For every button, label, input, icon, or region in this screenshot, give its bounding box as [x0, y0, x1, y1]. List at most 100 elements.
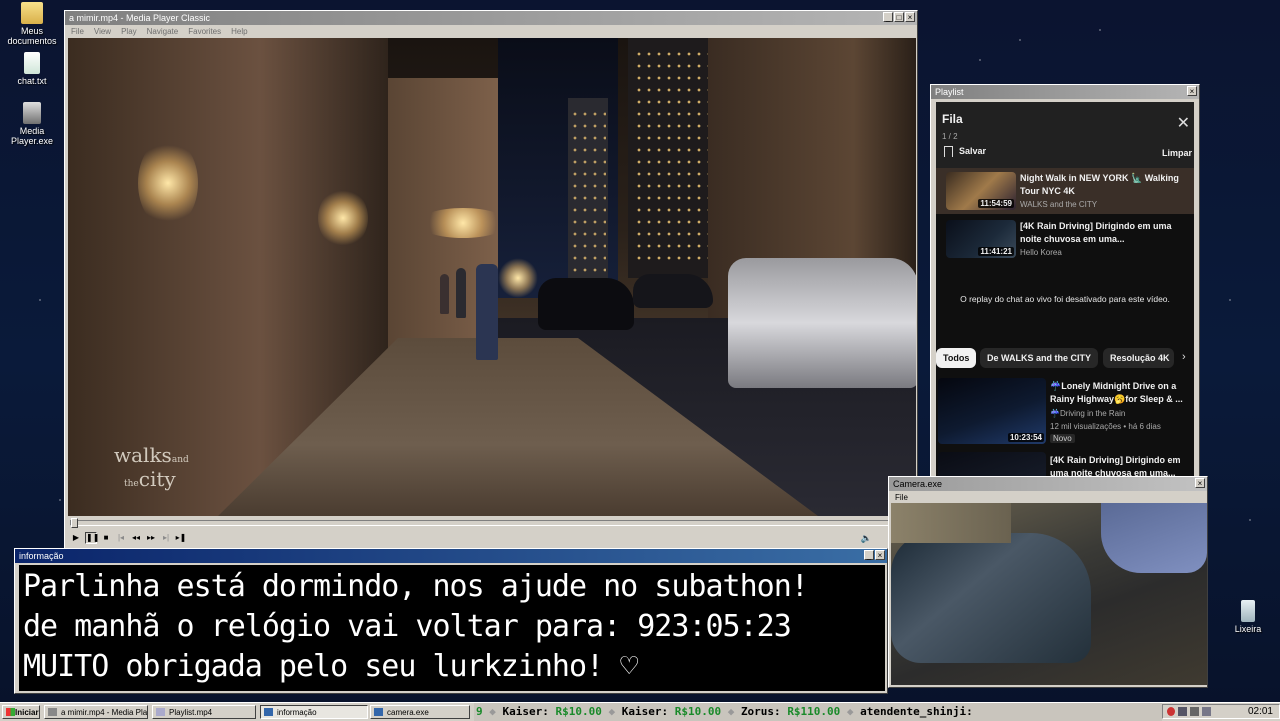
video-car [633, 274, 713, 308]
recommendation-thumbnail [938, 452, 1046, 478]
duration-badge: 11:41:21 [978, 247, 1014, 256]
close-button[interactable]: × [875, 550, 885, 560]
video-car [728, 258, 916, 388]
menu-help[interactable]: Help [231, 25, 247, 39]
tray-icon-volume[interactable] [1190, 707, 1199, 716]
info-message: Parlinha está dormindo, nos ajude no sub… [19, 565, 885, 691]
video-pedestrian [456, 268, 466, 318]
taskbar: Iniciar a mimir.mp4 - Media Playe... Pla… [0, 702, 1280, 721]
desktop-icon-my-documents[interactable]: Meus documentos [0, 2, 64, 46]
video-car [538, 278, 634, 330]
volume-icon[interactable]: 🔈 [861, 533, 872, 544]
minimize-button[interactable]: _ [864, 550, 874, 560]
task-camera[interactable]: camera.exe [370, 705, 470, 719]
recommendation-title: ☔Lonely Midnight Drive on a Rainy Highwa… [1050, 381, 1183, 404]
tray-icon-app[interactable] [1202, 707, 1211, 716]
tray-icon-network[interactable] [1178, 707, 1187, 716]
chip-from-channel[interactable]: De WALKS and the CITY [980, 348, 1099, 368]
camera-blanket [891, 533, 1091, 663]
video-pedestrian [476, 264, 498, 360]
desktop-icon-recycle-bin[interactable]: Lixeira [1216, 600, 1280, 634]
windows-logo-icon [6, 708, 15, 716]
chip-resolution[interactable]: Resolução 4K [1103, 348, 1174, 368]
ticker-sep: ◆ [727, 705, 741, 718]
ticker-name: Kaiser: [621, 705, 669, 718]
fast-forward-button[interactable]: ▸▸ [145, 532, 157, 544]
new-badge: Novo [1050, 434, 1075, 443]
start-label: Iniciar [15, 708, 39, 717]
menu-file[interactable]: File [71, 25, 84, 39]
recommendation-channel: ☔Driving in the Rain [1050, 409, 1126, 418]
media-player-icon [23, 102, 41, 124]
stop-button[interactable]: ■ [100, 532, 112, 544]
next-button[interactable]: ▸| [160, 532, 172, 544]
queue-count: 1 / 2 [942, 132, 958, 141]
info-titlebar[interactable]: informação _ × [15, 549, 887, 563]
seek-thumb[interactable] [71, 518, 78, 528]
queue-thumbnail: 11:54:59 [946, 172, 1016, 210]
chips-next-icon[interactable]: › [1182, 351, 1186, 363]
recommendation-item[interactable]: [4K Rain Driving] Dirigindo em uma noite… [936, 452, 1194, 478]
close-button[interactable]: × [1187, 86, 1197, 96]
queue-item[interactable]: 11:41:21 [4K Rain Driving] Dirigindo em … [936, 216, 1194, 262]
desktop-icon-label: Lixeira [1234, 624, 1262, 634]
youtube-queue-panel: Fila 1 / 2 ✕ Salvar Limpar 11:54:59 Nigh… [936, 102, 1194, 478]
tray-icon-red[interactable] [1167, 707, 1175, 716]
window-title: Playlist [935, 87, 964, 97]
task-media-player[interactable]: a mimir.mp4 - Media Playe... [44, 705, 148, 719]
task-playlist[interactable]: Playlist.mp4 [152, 705, 256, 719]
watermark-and: and [171, 455, 189, 465]
desktop-icon-label: Media Player.exe [10, 126, 54, 146]
queue-item-title: [4K Rain Driving] Dirigindo em uma noite… [1020, 221, 1172, 244]
minimize-button[interactable]: _ [883, 12, 893, 22]
close-button[interactable]: × [905, 12, 915, 22]
pause-button[interactable]: ❚❚ [85, 532, 99, 544]
close-button[interactable]: × [1195, 478, 1205, 488]
task-info[interactable]: informação [260, 705, 368, 719]
desktop-icon-media-player[interactable]: Media Player.exe [0, 102, 64, 146]
info-line: de manhã o relógio vai voltar para: 923:… [23, 609, 792, 644]
video-lamp [318, 188, 368, 248]
queue-item[interactable]: 11:54:59 Night Walk in NEW YORK 🗽 Walkin… [936, 168, 1194, 214]
chip-all[interactable]: Todos [936, 348, 977, 368]
video-watermark: walksand thecity [114, 443, 189, 491]
duration-badge: 10:23:54 [1007, 433, 1044, 442]
desktop-icon-chat-txt[interactable]: chat.txt [0, 52, 64, 86]
frame-step-button[interactable]: ▸❚ [175, 532, 187, 544]
rewind-button[interactable]: ◂◂ [130, 532, 142, 544]
window-icon [264, 708, 273, 716]
video-frame[interactable]: walksand thecity [68, 38, 916, 516]
camera-titlebar[interactable]: Camera.exe × [889, 477, 1207, 491]
menu-play[interactable]: Play [121, 25, 137, 39]
window-title: informação [19, 551, 64, 561]
recommendation-meta: 12 mil visualizações • há 6 dias [1050, 422, 1161, 431]
chat-replay-notice: O replay do chat ao vivo foi desativado … [960, 294, 1170, 304]
menu-view[interactable]: View [94, 25, 111, 39]
folder-icon [21, 2, 43, 24]
video-pedestrian [440, 274, 449, 314]
menu-navigate[interactable]: Navigate [147, 25, 179, 39]
watermark-city: city [138, 467, 176, 491]
duration-badge: 11:54:59 [978, 199, 1014, 208]
camera-feed [891, 503, 1207, 685]
recommendation-item[interactable]: 10:23:54 ☔Lonely Midnight Drive on a Rai… [936, 378, 1194, 448]
playlist-titlebar[interactable]: Playlist × [931, 85, 1199, 99]
camera-pillow [1101, 503, 1207, 573]
start-button[interactable]: Iniciar [2, 705, 40, 719]
clock: 02:01 [1247, 706, 1273, 717]
queue-close-icon[interactable]: ✕ [1177, 116, 1190, 132]
player-controls: ▶ ❚❚ ■ |◂ ◂◂ ▸▸ ▸| ▸❚ 🔈 [66, 516, 918, 548]
info-line: Parlinha está dormindo, nos ajude no sub… [23, 569, 809, 604]
save-button[interactable]: Salvar [944, 146, 986, 158]
ticker-sep: ◆ [489, 705, 503, 718]
clear-button[interactable]: Limpar [1162, 148, 1192, 158]
maximize-button[interactable]: □ [894, 12, 904, 22]
menu-favorites[interactable]: Favorites [188, 25, 221, 39]
text-file-icon [24, 52, 40, 74]
seek-bar[interactable] [70, 518, 910, 528]
queue-header: Fila 1 / 2 ✕ Salvar Limpar [936, 102, 1194, 168]
play-button[interactable]: ▶ [70, 532, 82, 544]
media-player-titlebar[interactable]: a mimir.mp4 - Media Player Classic _ □ × [65, 11, 917, 25]
transport-controls: ▶ ❚❚ ■ |◂ ◂◂ ▸▸ ▸| ▸❚ [70, 532, 187, 544]
previous-button[interactable]: |◂ [115, 532, 127, 544]
